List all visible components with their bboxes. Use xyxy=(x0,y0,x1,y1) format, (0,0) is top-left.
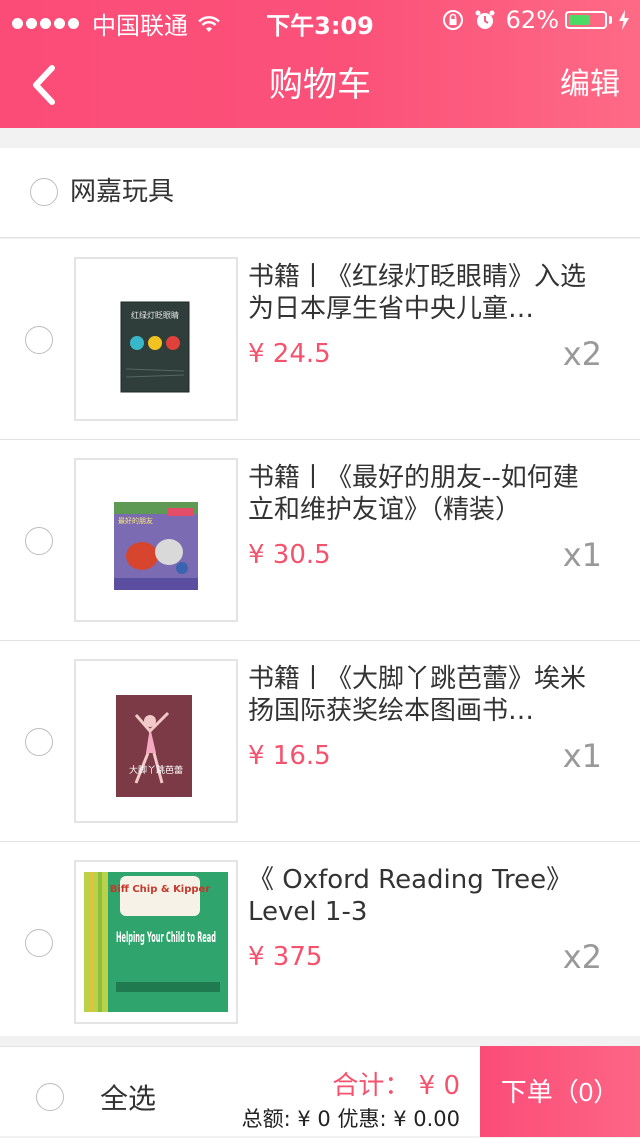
item-select-radio[interactable] xyxy=(25,728,53,756)
store-select-radio[interactable] xyxy=(30,178,58,206)
store-header: 网嘉玩具 xyxy=(0,148,640,238)
product-thumbnail[interactable]: Biff Chip & Kipper Helping Your Child to… xyxy=(74,860,238,1024)
cover-title: 最好的朋友 xyxy=(118,516,153,525)
alarm-icon xyxy=(475,10,495,29)
book-cover-image: 红绿灯眨眼睛 xyxy=(120,301,190,393)
cart-item: 红绿灯眨眼睛 书籍丨《红绿灯眨眼睛》入选为日本厚生省中央儿童… ¥ 24.5 x… xyxy=(0,239,640,440)
item-select-radio[interactable] xyxy=(25,929,53,957)
battery-level xyxy=(569,15,590,25)
book-cover-image: 大脚丫跳芭蕾 xyxy=(116,695,192,797)
book-cover-image: 最好的朋友 xyxy=(114,502,198,590)
orientation-lock-icon xyxy=(442,10,463,30)
item-title[interactable]: 书籍丨《大脚丫跳芭蕾》埃米扬国际获奖绘本图画书… xyxy=(248,663,598,727)
item-title[interactable]: 《 Oxford Reading Tree》Level 1-3 xyxy=(248,864,598,928)
status-right: 62% xyxy=(442,6,630,34)
battery-tip xyxy=(609,16,612,24)
item-quantity: x1 xyxy=(562,737,602,775)
item-price: ¥ 16.5 xyxy=(248,741,331,771)
book-cover-image: Biff Chip & Kipper Helping Your Child to… xyxy=(84,872,228,1012)
select-all-radio[interactable] xyxy=(36,1083,64,1111)
header: 中国联通 下午3:09 62% 购物车 编辑 xyxy=(0,0,640,128)
cover-subtitle: Helping Your Child to Read xyxy=(116,930,216,946)
item-title[interactable]: 书籍丨《最好的朋友--如何建立和维护友谊》（精装） xyxy=(248,462,598,526)
item-title[interactable]: 书籍丨《红绿灯眨眼睛》入选为日本厚生省中央儿童… xyxy=(248,261,598,325)
battery-percent: 62% xyxy=(505,6,559,34)
store-name: 网嘉玩具 xyxy=(70,177,175,207)
cover-title: 大脚丫跳芭蕾 xyxy=(129,764,183,776)
select-all-label[interactable]: 全选 xyxy=(100,1077,156,1117)
item-price: ¥ 30.5 xyxy=(248,540,331,570)
item-select-radio[interactable] xyxy=(25,326,53,354)
battery-icon xyxy=(565,11,607,29)
item-price: ¥ 375 xyxy=(248,942,323,972)
charging-icon xyxy=(619,10,629,30)
cart-item: 大脚丫跳芭蕾 书籍丨《大脚丫跳芭蕾》埃米扬国际获奖绘本图画书… ¥ 16.5 x… xyxy=(0,641,640,842)
cover-title: 红绿灯眨眼睛 xyxy=(131,310,179,320)
item-price: ¥ 24.5 xyxy=(248,339,331,369)
product-thumbnail[interactable]: 红绿灯眨眼睛 xyxy=(74,257,238,421)
item-quantity: x2 xyxy=(562,938,602,976)
edit-button[interactable]: 编辑 xyxy=(560,62,620,108)
cover-title: Biff Chip & Kipper xyxy=(110,884,211,895)
cart-item: 最好的朋友 书籍丨《最好的朋友--如何建立和维护友谊》（精装） ¥ 30.5 x… xyxy=(0,440,640,641)
item-quantity: x2 xyxy=(562,335,602,373)
product-thumbnail[interactable]: 大脚丫跳芭蕾 xyxy=(74,659,238,823)
item-quantity: x1 xyxy=(562,536,602,574)
summary-amounts: 总额: ¥ 0 优惠: ¥ 0.00 xyxy=(241,1107,460,1131)
status-bar: 中国联通 下午3:09 62% xyxy=(0,0,640,40)
page-title: 购物车 xyxy=(269,65,371,105)
product-thumbnail[interactable]: 最好的朋友 xyxy=(74,458,238,622)
checkout-bar: 全选 合计： ¥ 0 总额: ¥ 0 优惠: ¥ 0.00 下单（0） xyxy=(0,1046,640,1137)
item-select-radio[interactable] xyxy=(25,527,53,555)
cart-item: Biff Chip & Kipper Helping Your Child to… xyxy=(0,842,640,1036)
place-order-button[interactable]: 下单（0） xyxy=(480,1046,640,1137)
total-amount: 合计： ¥ 0 xyxy=(332,1071,460,1101)
